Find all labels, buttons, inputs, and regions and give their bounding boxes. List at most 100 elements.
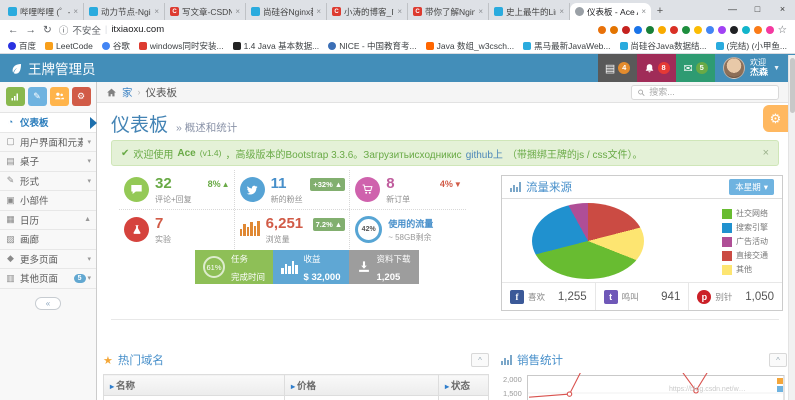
extension-icon[interactable] (646, 26, 654, 34)
extension-icon[interactable] (730, 26, 738, 34)
extension-icon[interactable] (742, 26, 750, 34)
browser-tab-active[interactable]: 仪表板 - Ace Admin× (570, 3, 651, 20)
extension-icon[interactable] (610, 26, 618, 34)
column-header-price[interactable]: ▸价格 (284, 375, 438, 396)
page-title: 仪表板 (111, 110, 168, 137)
scrollbar-thumb[interactable] (790, 58, 795, 113)
sidebar-item-ui-elements[interactable]: ▢用户界面和元素▾ (0, 133, 96, 153)
sidebar-item-widgets[interactable]: ▣小部件 (0, 191, 96, 211)
reload-icon[interactable]: ↻ (43, 24, 52, 36)
column-header-name[interactable]: ▸名称 (104, 375, 285, 396)
panel-title: 销售统计 (517, 352, 563, 368)
sidebar-item-other-pages[interactable]: ▥其他页面5 ▾ (0, 269, 96, 289)
url-box[interactable]: ⓘ 不安全 | itxiaoxu.com (59, 23, 164, 37)
search-box[interactable] (631, 85, 779, 100)
extension-icon[interactable] (634, 26, 642, 34)
extension-icon[interactable] (754, 26, 762, 34)
sidebar-item-gallery[interactable]: ▨画廊 (0, 230, 96, 250)
new-tab-button[interactable]: + (651, 3, 669, 20)
bookmark-item[interactable]: LeetCode (45, 41, 93, 51)
extension-icon[interactable] (658, 26, 666, 34)
browser-tab[interactable]: 带你了解Nginx-...× (408, 3, 489, 20)
info-icon[interactable]: ⓘ (59, 23, 69, 37)
sidebar-item-calendar[interactable]: ▦日历▲ (0, 211, 96, 231)
edit-shortcut-button[interactable]: ✎ (28, 87, 47, 106)
close-icon[interactable]: × (316, 7, 321, 16)
sidebar-item-dashboard[interactable]: ◔ 仪表板 (0, 113, 96, 133)
browser-tab[interactable]: 小涛的博客_IT小工× (327, 3, 408, 20)
close-icon[interactable]: × (478, 7, 483, 16)
bookmark-item[interactable]: 谷歌 (102, 40, 130, 52)
forward-icon[interactable]: → (26, 24, 37, 36)
infobox-experiments: 7实验 (119, 210, 235, 249)
extension-icon[interactable] (622, 26, 630, 34)
minimize-button[interactable]: — (720, 0, 745, 20)
stats-shortcut-button[interactable] (6, 87, 25, 106)
bookmark-item[interactable]: (完结) (小甲鱼... (716, 40, 787, 52)
y-axis-label: 1,500 (503, 389, 522, 398)
settings-shortcut-button[interactable]: ⚙ (72, 87, 91, 106)
tasks-button[interactable]: ▤ 4 (598, 54, 637, 82)
legend-swatch (777, 386, 783, 392)
users-shortcut-button[interactable] (50, 87, 69, 106)
back-icon[interactable]: ← (8, 24, 19, 36)
file-icon: ▥ (5, 273, 16, 284)
sidebar-item-more-pages[interactable]: ◆更多页面▾ (0, 250, 96, 270)
sales-legend (777, 378, 783, 392)
breadcrumb-home[interactable]: 家 (122, 85, 133, 100)
user-menu[interactable]: 欢迎杰森 ▼ (715, 54, 788, 82)
extension-icon[interactable] (670, 26, 678, 34)
search-input[interactable] (649, 87, 773, 97)
table-row[interactable] (104, 396, 489, 400)
close-icon[interactable]: × (73, 7, 78, 16)
sidebar-item-tables[interactable]: ▤桌子▾ (0, 152, 96, 172)
github-link[interactable]: github上 (466, 146, 503, 161)
url-text[interactable]: itxiaoxu.com (111, 24, 164, 35)
close-icon[interactable]: × (235, 7, 240, 16)
maximize-button[interactable]: □ (745, 0, 770, 20)
infobox-comments: 32评论+回复 8%▲ (119, 170, 235, 209)
close-icon[interactable]: × (559, 7, 564, 16)
browser-tab[interactable]: 写文章-CSDN博客× (165, 3, 246, 20)
column-header-status[interactable]: ▸状态 (438, 375, 488, 396)
bookmark-item[interactable]: 百度 (8, 40, 36, 52)
bookmark-item[interactable]: windows同时安装... (139, 40, 224, 52)
close-icon[interactable]: × (154, 7, 159, 16)
csdn-icon (332, 7, 341, 16)
browser-tab[interactable]: 动力节点-Nginx-...× (84, 3, 165, 20)
browser-tab[interactable]: 尚硅谷Nginx教程× (246, 3, 327, 20)
bookmark-item[interactable]: 黑马最新JavaWeb... (523, 40, 610, 52)
traffic-pie[interactable] (532, 203, 644, 279)
browser-tab[interactable]: 哔哩哔哩 (゜-゜)つ× (3, 3, 84, 20)
settings-gear-button[interactable]: ⚙ (763, 105, 788, 132)
notifications-button[interactable]: 8 (637, 54, 676, 82)
close-icon[interactable]: × (397, 7, 402, 16)
extension-icon[interactable] (718, 26, 726, 34)
collapse-button[interactable]: ^ (471, 353, 489, 367)
active-item-marker (90, 117, 97, 129)
extension-icon[interactable] (682, 26, 690, 34)
close-icon[interactable]: × (641, 7, 646, 16)
bookmark-item[interactable]: 尚硅谷Java数据结... (620, 40, 707, 52)
extension-icon[interactable] (706, 26, 714, 34)
bookmark-item[interactable]: 1.4 Java 基本数据... (233, 40, 320, 52)
bookmark-star-icon[interactable]: ☆ (778, 24, 787, 36)
messages-button[interactable]: ✉ 5 (676, 54, 715, 82)
sidebar-item-forms[interactable]: ✎形式▾ (0, 172, 96, 192)
sidebar-collapse-button[interactable]: « (35, 297, 61, 310)
period-select-button[interactable]: 本星期▾ (729, 179, 774, 195)
collapse-button[interactable]: ^ (769, 353, 787, 367)
browser-tab[interactable]: 史上最牛的Linux...× (489, 3, 570, 20)
alert-close-icon[interactable]: × (763, 147, 769, 159)
brand[interactable]: 王牌管理员 (0, 54, 106, 82)
window-close-button[interactable]: × (770, 0, 795, 20)
extension-icon[interactable] (694, 26, 702, 34)
page-scrollbar[interactable] (788, 55, 795, 400)
bookmark-item[interactable]: Java 数组_w3csch... (426, 40, 514, 52)
bookmarks-bar: 百度 LeetCode 谷歌 windows同时安装... 1.4 Java 基… (0, 39, 795, 54)
favicon (523, 42, 531, 50)
bookmark-item[interactable]: NICE - 中国教育考... (328, 40, 416, 52)
extension-icon[interactable] (766, 26, 774, 34)
legend-item: 直接交通 (722, 250, 768, 261)
extension-icon[interactable] (598, 26, 606, 34)
